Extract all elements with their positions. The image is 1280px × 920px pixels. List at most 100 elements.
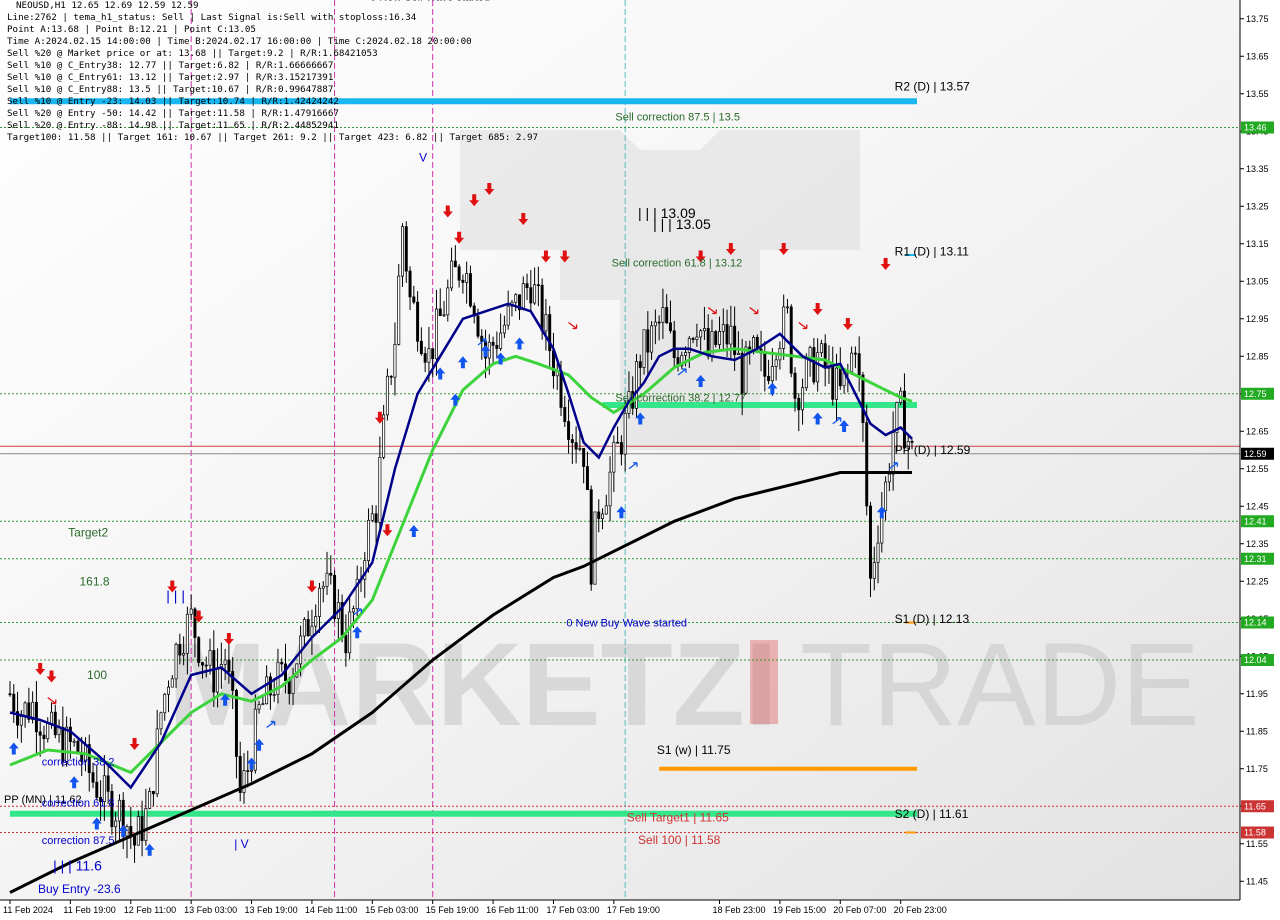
candle-body xyxy=(19,716,23,726)
candle-body xyxy=(291,676,295,695)
candle-body xyxy=(721,324,725,332)
candle-body xyxy=(869,505,872,579)
candle-body xyxy=(159,712,163,730)
chart-annotation-label: Sell correction 87.5 | 13.5 xyxy=(615,111,740,123)
price-tick-label: 12.45 xyxy=(1246,501,1269,511)
candle-body xyxy=(234,690,238,757)
chart-annotation-label: Buy Entry -23.6 xyxy=(38,882,121,896)
candle-body xyxy=(801,387,805,411)
candle-body xyxy=(314,616,318,627)
price-tick-label: 12.55 xyxy=(1246,464,1269,474)
candle-body xyxy=(763,352,767,377)
candle-body xyxy=(401,226,404,277)
candle-body xyxy=(589,489,593,585)
candle-body xyxy=(789,306,793,374)
candle-body xyxy=(570,439,574,443)
watermark-accent-bar xyxy=(750,640,778,724)
candle-body xyxy=(616,441,620,444)
chart-annotation-label: 161.8 xyxy=(79,574,109,588)
time-tick-label: 11 Feb 2024 xyxy=(3,905,53,915)
candle-body xyxy=(740,352,744,394)
candle-body xyxy=(857,353,861,376)
candle-body xyxy=(506,305,510,326)
price-tick-label: 13.05 xyxy=(1246,276,1269,286)
price-tag-label: 11.65 xyxy=(1244,801,1266,811)
candle-body xyxy=(623,413,627,455)
candle-body xyxy=(770,366,774,382)
time-tick-label: 11 Feb 19:00 xyxy=(63,905,115,915)
candle-body xyxy=(804,357,808,389)
candle-body xyxy=(416,301,420,342)
candle-body xyxy=(593,511,597,585)
price-axis-background xyxy=(1240,0,1280,920)
candle-body xyxy=(597,511,601,519)
candle-body xyxy=(831,362,835,400)
candle-body xyxy=(185,613,189,654)
candle-body xyxy=(317,587,321,617)
candle-body xyxy=(819,343,823,354)
candle-body xyxy=(453,260,457,268)
candle-body xyxy=(434,308,438,360)
price-tag-label: 12.14 xyxy=(1244,618,1267,628)
chart-annotation-label: correction 87.5 xyxy=(42,835,115,847)
candle-body xyxy=(521,283,525,311)
candle-body xyxy=(695,336,699,340)
candle-body xyxy=(563,407,567,422)
price-axis[interactable]: 13.7513.6513.5513.4513.3513.2513.1513.05… xyxy=(1239,0,1280,920)
chart-annotation-label: 0 New Buy Wave started xyxy=(566,618,687,630)
candle-body xyxy=(272,694,276,696)
price-tick-label: 11.55 xyxy=(1246,839,1268,849)
candle-body xyxy=(385,375,389,416)
info-line-sell-e50: Sell %20 @ Entry -50: 14.42 || Target:11… xyxy=(7,108,339,119)
candle-body xyxy=(650,325,654,353)
candle-body xyxy=(8,693,12,696)
candle-body xyxy=(95,781,99,798)
time-tick-label: 15 Feb 03:00 xyxy=(365,905,418,915)
candle-body xyxy=(200,662,204,666)
price-tick-label: 12.25 xyxy=(1246,576,1269,586)
candle-body xyxy=(76,740,80,753)
chart-annotation-label: R1 (D) | 13.11 xyxy=(895,244,970,258)
candle-body xyxy=(638,361,642,368)
time-tick-label: 14 Feb 11:00 xyxy=(305,905,357,915)
time-axis[interactable]: 11 Feb 2024 11 Feb 19:00 12 Feb 11:00 13 Fe… xyxy=(0,899,1280,920)
candle-body xyxy=(725,324,729,345)
candle-body xyxy=(457,266,461,281)
candle-body xyxy=(408,270,412,298)
candle-body xyxy=(167,686,170,695)
candle-body xyxy=(189,608,193,615)
info-line-times: Time A:2024.02.15 14:00:00 | Time B:2024… xyxy=(7,36,472,47)
candle-body xyxy=(691,338,695,340)
candle-body xyxy=(525,283,529,288)
candle-body xyxy=(287,680,291,695)
candle-body xyxy=(212,650,216,693)
time-tick-label: 19 Feb 15:00 xyxy=(773,905,826,915)
candle-body xyxy=(876,542,880,563)
candle-body xyxy=(782,306,786,349)
candle-body xyxy=(499,332,503,349)
candle-body xyxy=(567,421,571,440)
candle-body xyxy=(174,644,178,680)
info-line-sell-market: Sell %20 @ Market price or at: 13.68 || … xyxy=(7,48,378,59)
candle-body xyxy=(574,442,578,450)
price-tick-label: 13.25 xyxy=(1246,201,1269,211)
info-line-sell-c38: Sell %10 @ C_Entry38: 12.77 || Target:6.… xyxy=(7,60,334,71)
candle-body xyxy=(653,321,657,327)
candle-body xyxy=(865,422,869,507)
chart-annotation-label: V xyxy=(419,151,427,165)
candle-body xyxy=(136,816,140,846)
price-tick-label: 11.75 xyxy=(1246,764,1268,774)
candle-body xyxy=(884,481,888,511)
candle-body xyxy=(797,397,801,411)
time-tick-label: 17 Feb 19:00 xyxy=(607,905,660,915)
candle-body xyxy=(257,704,261,710)
candle-body xyxy=(182,653,186,656)
candle-body xyxy=(344,634,348,654)
candle-body xyxy=(585,466,589,491)
candle-body xyxy=(861,374,865,423)
candle-body xyxy=(465,273,469,283)
time-tick-label: 20 Feb 23:00 xyxy=(894,905,947,915)
candle-body xyxy=(193,608,197,638)
candle-body xyxy=(208,650,212,666)
candle-body xyxy=(46,723,50,740)
